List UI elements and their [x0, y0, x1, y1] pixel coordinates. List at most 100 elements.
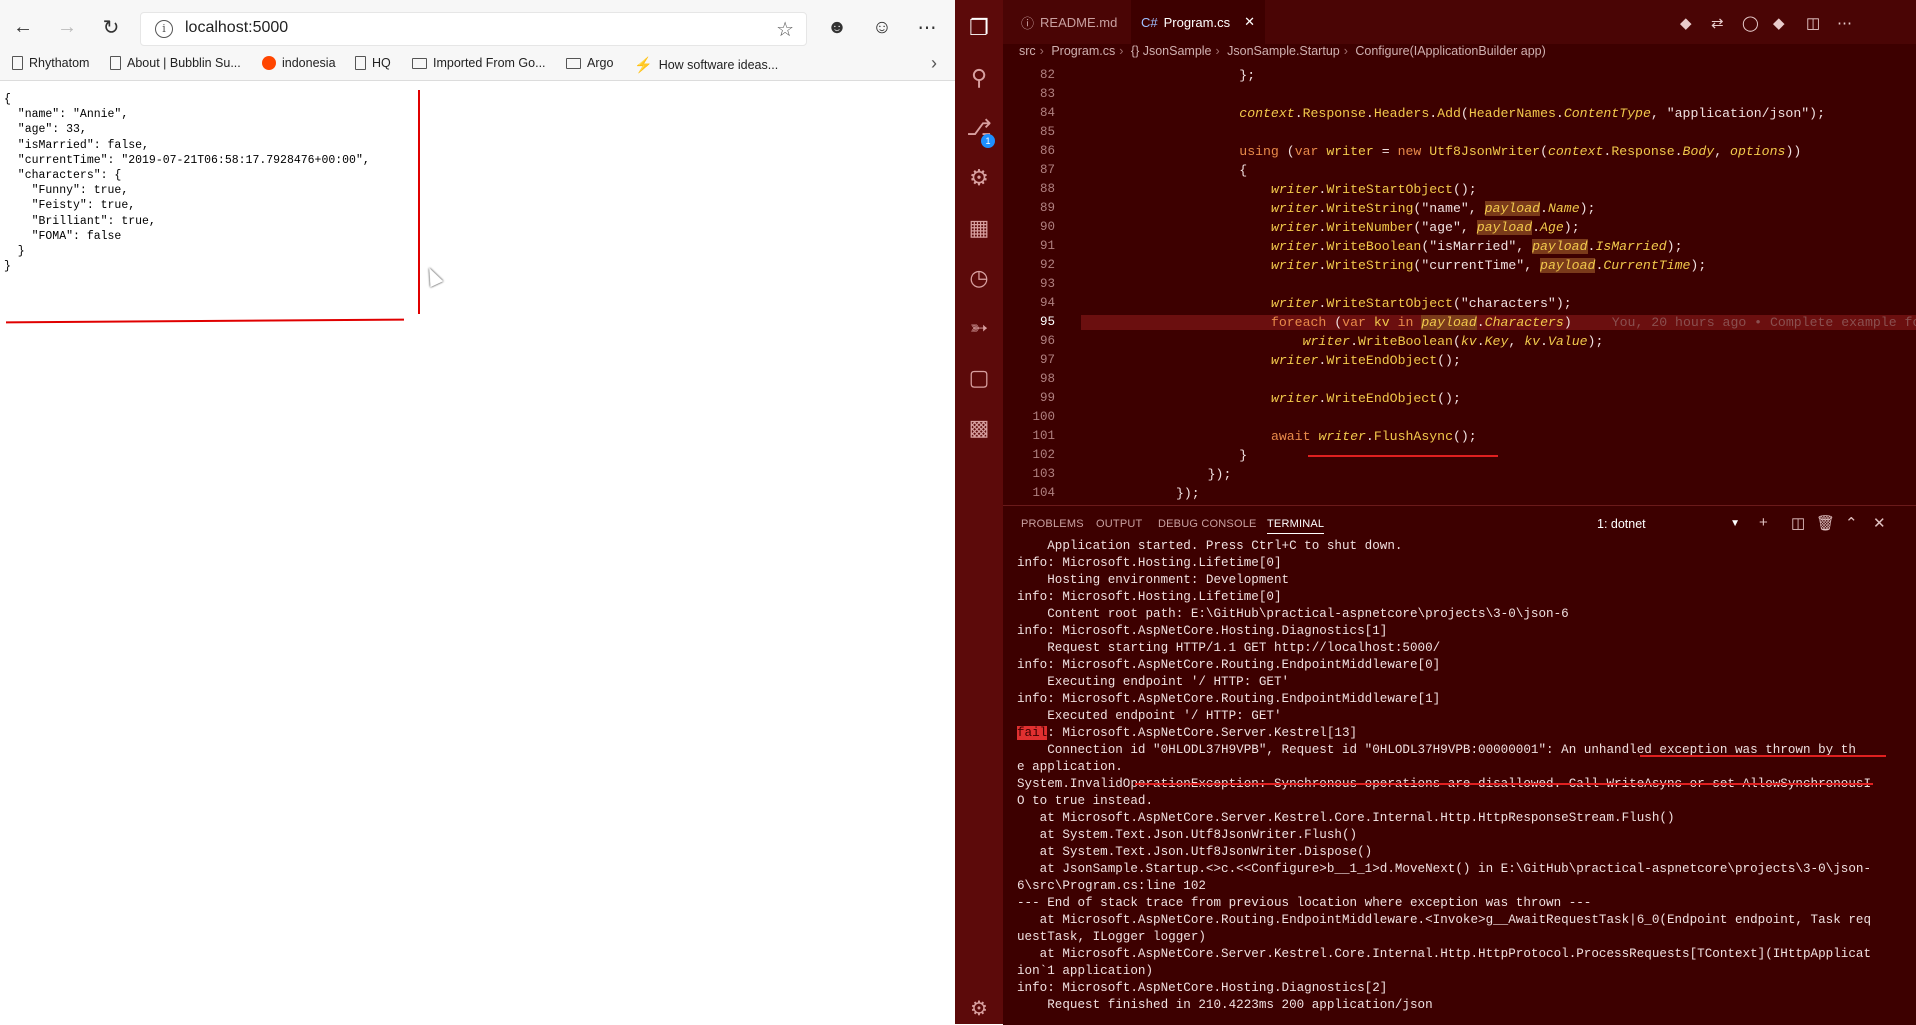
- bookmark-hq[interactable]: HQ: [355, 56, 391, 70]
- url-text[interactable]: localhost:5000: [185, 19, 288, 37]
- git-branch-icon[interactable]: ◆: [1773, 14, 1785, 32]
- bookmark-indonesia[interactable]: indonesia: [262, 56, 336, 70]
- tab-problems[interactable]: PROBLEMS: [1021, 518, 1084, 530]
- line-number: 84: [1039, 106, 1055, 120]
- page-icon: [355, 56, 366, 70]
- trash-icon[interactable]: 🗑: [1816, 514, 1835, 532]
- annotation-underline: [1135, 783, 1873, 785]
- split-terminal-icon[interactable]: ◫: [1791, 514, 1805, 532]
- terminal-view-icon[interactable]: ▢: [955, 358, 1003, 398]
- terminal-line: info: Microsoft.AspNetCore.Hosting.Diagn…: [1017, 624, 1388, 638]
- code-line[interactable]: await writer.FlushAsync();: [1081, 429, 1477, 444]
- code-line[interactable]: writer.WriteBoolean("isMarried", payload…: [1081, 239, 1683, 254]
- breadcrumb-item[interactable]: src: [1019, 44, 1036, 58]
- gitlens-icon[interactable]: ◷: [955, 258, 1003, 298]
- more-actions-icon[interactable]: ⋯: [1837, 14, 1852, 32]
- bookmark-imported[interactable]: Imported From Go...: [412, 56, 546, 70]
- remote-explorer-icon[interactable]: ▩: [955, 408, 1003, 448]
- terminal-line: at System.Text.Json.Utf8JsonWriter.Flush…: [1017, 828, 1358, 842]
- line-number: 102: [1032, 448, 1055, 462]
- tab-program-cs[interactable]: C# Program.cs ✕: [1131, 0, 1265, 44]
- breadcrumb-item[interactable]: JsonSample.Startup: [1227, 44, 1340, 58]
- live-share-icon[interactable]: ➳: [955, 308, 1003, 348]
- git-compare-icon[interactable]: ◆: [1680, 14, 1692, 32]
- bookmark-how-software[interactable]: ⚡ How software ideas...: [634, 56, 778, 74]
- bookmark-label: Rhythatom: [29, 56, 90, 70]
- page-icon: [110, 56, 121, 70]
- terminal-select[interactable]: 1: dotnet ▼: [1591, 514, 1746, 534]
- terminal-line: info: Microsoft.Hosting.Lifetime[0]: [1017, 590, 1282, 604]
- code-line[interactable]: writer.WriteString("name", payload.Name)…: [1081, 201, 1595, 216]
- forward-button[interactable]: →: [52, 12, 82, 42]
- close-icon[interactable]: ✕: [1873, 514, 1886, 532]
- emoji-feedback-icon[interactable]: ☺: [867, 13, 897, 43]
- tab-terminal[interactable]: TERMINAL: [1267, 518, 1325, 534]
- back-button[interactable]: ←: [8, 12, 38, 42]
- bookmark-bubblin[interactable]: About | Bubblin Su...: [110, 56, 241, 70]
- json-response: { "name": "Annie", "age": 33, "isMarried…: [4, 92, 370, 274]
- info-icon[interactable]: i: [155, 20, 173, 38]
- code-line[interactable]: writer.WriteStartObject("characters");: [1081, 296, 1572, 311]
- tab-readme[interactable]: ⓘ README.md: [1011, 0, 1127, 44]
- code-line[interactable]: using (var writer = new Utf8JsonWriter(c…: [1081, 144, 1801, 159]
- address-bar[interactable]: i localhost:5000 ☆: [140, 12, 807, 46]
- breadcrumb-item[interactable]: {} JsonSample: [1131, 44, 1212, 58]
- code-editor[interactable]: 82 83 84 85 86 87 88 89 90 91 92 93 94 95 96 97 98 99 100 1…: [1003, 64, 1916, 502]
- refresh-button[interactable]: ↻: [96, 12, 126, 42]
- code-line[interactable]: });: [1081, 467, 1232, 482]
- code-line[interactable]: writer.WriteEndObject();: [1081, 353, 1461, 368]
- breadcrumb-item[interactable]: Configure(IApplicationBuilder app): [1355, 44, 1545, 58]
- bookmark-label: HQ: [372, 56, 391, 70]
- code-line-current[interactable]: foreach (var kv in payload.Characters) Yo…: [1081, 315, 1916, 330]
- terminal-line: at Microsoft.AspNetCore.Server.Kestrel.C…: [1017, 947, 1871, 961]
- favorite-star-icon[interactable]: ☆: [776, 17, 794, 42]
- terminal-line: info: Microsoft.Hosting.Lifetime[0]: [1017, 556, 1282, 570]
- reddit-icon: [262, 56, 276, 70]
- breadcrumb: src › Program.cs › {} JsonSample › JsonSamp…: [1019, 44, 1546, 64]
- json-line: "age": 33,: [4, 123, 87, 137]
- code-line[interactable]: writer.WriteNumber("age", payload.Age);: [1081, 220, 1580, 235]
- info-circle-icon: ⓘ: [1021, 15, 1035, 31]
- chevron-right-icon: ›: [1119, 44, 1124, 58]
- chevron-up-icon[interactable]: ⌃: [1845, 514, 1858, 532]
- bookmark-argo[interactable]: Argo: [566, 56, 613, 70]
- code-line[interactable]: }: [1081, 448, 1247, 463]
- more-menu-icon[interactable]: ⋯: [912, 13, 942, 43]
- search-icon[interactable]: ⚲: [955, 58, 1003, 98]
- mouse-cursor-icon: [422, 264, 444, 288]
- arrow-right-icon: →: [57, 15, 77, 38]
- json-line: "name": "Annie",: [4, 108, 129, 122]
- chevron-right-icon[interactable]: ›: [931, 53, 937, 74]
- bottom-panel: PROBLEMS OUTPUT DEBUG CONSOLE TERMINAL 1…: [1003, 505, 1916, 1025]
- line-number: 96: [1039, 334, 1055, 348]
- open-changes-icon[interactable]: ◯: [1742, 14, 1759, 32]
- code-line[interactable]: context.Response.Headers.Add(HeaderNames…: [1081, 106, 1825, 121]
- breadcrumb-item[interactable]: Program.cs: [1051, 44, 1115, 58]
- code-line[interactable]: {: [1081, 163, 1247, 178]
- code-line[interactable]: writer.WriteString("currentTime", payloa…: [1081, 258, 1706, 273]
- timeline-icon[interactable]: ⇄: [1711, 14, 1724, 32]
- line-number: 95: [1039, 315, 1055, 329]
- code-line[interactable]: writer.WriteBoolean(kv.Key, kv.Value);: [1081, 334, 1604, 349]
- code-line[interactable]: };: [1081, 68, 1255, 83]
- tab-debug-console[interactable]: DEBUG CONSOLE: [1158, 518, 1257, 530]
- tab-output[interactable]: OUTPUT: [1096, 518, 1142, 530]
- debug-icon[interactable]: ⚙: [955, 158, 1003, 198]
- gear-icon[interactable]: ⚙: [955, 996, 1003, 1020]
- code-line[interactable]: writer.WriteStartObject();: [1081, 182, 1477, 197]
- line-number: 94: [1039, 296, 1055, 310]
- terminal-line: e application.: [1017, 760, 1123, 774]
- explorer-icon[interactable]: ❐: [955, 8, 1003, 48]
- bookmark-rhythatom[interactable]: Rhythatom: [12, 56, 89, 70]
- extensions-icon[interactable]: ▦: [955, 208, 1003, 248]
- split-editor-icon[interactable]: ◫: [1806, 14, 1820, 32]
- source-control-icon[interactable]: ⎇: [955, 108, 1003, 148]
- terminal-line: Executing endpoint '/ HTTP: GET': [1017, 675, 1290, 689]
- code-line[interactable]: writer.WriteEndObject();: [1081, 391, 1461, 406]
- line-number: 91: [1039, 239, 1055, 253]
- close-icon[interactable]: ✕: [1244, 14, 1255, 30]
- plus-icon[interactable]: +: [1759, 514, 1768, 531]
- terminal-output[interactable]: Application started. Press Ctrl+C to shu…: [1017, 538, 1871, 1014]
- profile-icon[interactable]: ☻: [822, 13, 852, 43]
- code-line[interactable]: });: [1081, 486, 1200, 501]
